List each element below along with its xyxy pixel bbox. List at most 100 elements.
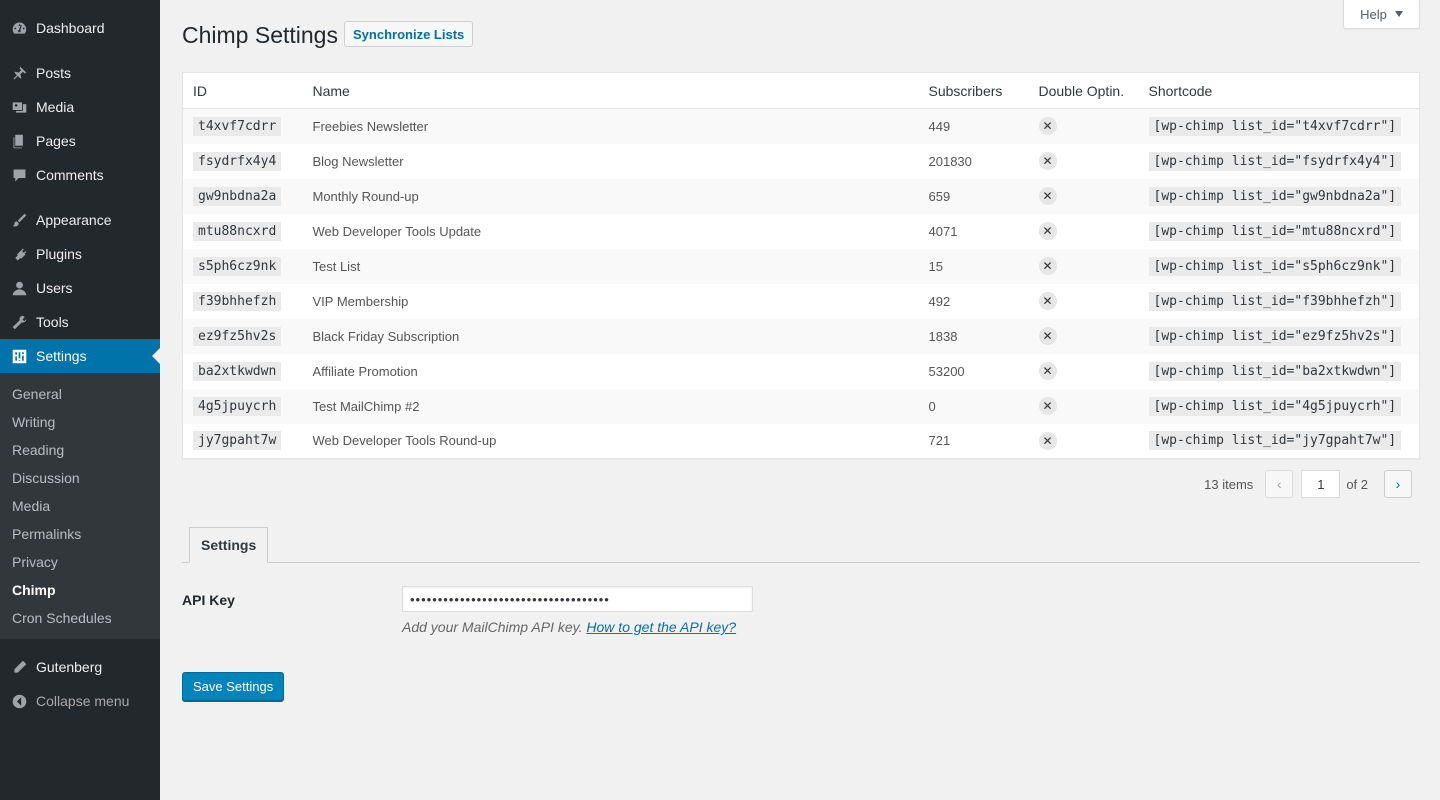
- cell-double-optin: ✕: [1029, 284, 1139, 319]
- disabled-x-icon: ✕: [1038, 431, 1057, 450]
- submenu-item-media[interactable]: Media: [0, 492, 160, 520]
- table-row: ba2xtkwdwn Affiliate Promotion 53200 ✕ [wp-c…: [183, 354, 1420, 389]
- cell-shortcode: [wp-chimp list_id="4g5jpuycrh"]: [1139, 389, 1420, 424]
- shortcode-code[interactable]: [wp-chimp list_id="mtu88ncxrd"]: [1148, 221, 1402, 241]
- column-header-subscribers: Subscribers: [928, 82, 1003, 99]
- cell-double-optin: ✕: [1029, 144, 1139, 179]
- cell-subscribers: 53200: [928, 363, 965, 379]
- submenu-item-permalinks[interactable]: Permalinks: [0, 520, 160, 548]
- table-row: gw9nbdna2a Monthly Round-up 659 ✕ [wp-chimp …: [182, 178, 1420, 214]
- cell-double-optin: ✕: [1029, 214, 1139, 249]
- cell-id: gw9nbdna2a: [183, 179, 303, 214]
- current-page-input[interactable]: [1301, 470, 1341, 498]
- next-page-button[interactable]: ›: [1384, 470, 1412, 498]
- cell-name: Affiliate Promotion: [312, 363, 418, 379]
- disabled-x-icon: ✕: [1038, 327, 1057, 345]
- menu-item-settings[interactable]: Settings: [0, 339, 160, 373]
- submenu-item-general[interactable]: General: [0, 380, 160, 408]
- api-key-input[interactable]: [402, 586, 753, 612]
- api-key-description: Add your MailChimp API key. How to get t…: [402, 619, 736, 635]
- shortcode-code[interactable]: [wp-chimp list_id="s5ph6cz9nk"]: [1148, 256, 1402, 276]
- list-id-code: jy7gpaht7w: [193, 431, 282, 451]
- submenu-item-discussion[interactable]: Discussion: [0, 464, 160, 492]
- shortcode-code[interactable]: [wp-chimp list_id="f39bhhefzh"]: [1148, 291, 1402, 311]
- submenu-item-chimp[interactable]: Chimp: [0, 576, 160, 604]
- menu-label-tools: Tools: [36, 314, 69, 330]
- shortcode-code[interactable]: [wp-chimp list_id="jy7gpaht7w"]: [1148, 431, 1402, 451]
- shortcode-code[interactable]: [wp-chimp list_id="ba2xtkwdwn"]: [1148, 361, 1402, 381]
- column-header-id: ID: [193, 82, 207, 99]
- menu-item-dashboard[interactable]: Dashboard: [0, 11, 160, 45]
- help-button[interactable]: Help: [1343, 0, 1420, 29]
- menu-item-gutenberg[interactable]: Gutenberg: [0, 650, 160, 684]
- menu-admin: Appearance Plugins Users Tools Settings: [0, 203, 160, 373]
- table-header-row: ID Name Subscribers Double Optin. Shortc…: [182, 73, 1420, 109]
- cell-name: VIP Membership: [312, 293, 409, 309]
- table-row: mtu88ncxrd Web Developer Tools Update 4071…: [183, 214, 1420, 249]
- cell-id: s5ph6cz9nk: [183, 249, 303, 284]
- cell-name: Test MailChimp #2: [312, 398, 420, 414]
- disabled-x-icon: ✕: [1038, 152, 1057, 170]
- tab-settings[interactable]: Settings: [189, 527, 269, 563]
- cell-id: 4g5jpuycrh: [183, 389, 303, 424]
- page-title: Chimp Settings: [182, 22, 338, 48]
- cell-subscribers: 492: [928, 293, 951, 309]
- menu-item-tools[interactable]: Tools: [0, 305, 160, 339]
- save-settings-button[interactable]: Save Settings: [182, 672, 285, 701]
- wrench-icon: [10, 313, 28, 331]
- submenu-item-privacy[interactable]: Privacy: [0, 548, 160, 576]
- cell-id: t4xvf7cdrr: [183, 109, 303, 144]
- cell-id: fsydrfx4y4: [183, 144, 303, 179]
- synchronize-lists-button[interactable]: Synchronize Lists: [344, 21, 474, 47]
- cell-id: mtu88ncxrd: [183, 214, 303, 249]
- cell-shortcode: [wp-chimp list_id="f39bhhefzh"]: [1139, 284, 1420, 319]
- disabled-x-icon: ✕: [1038, 362, 1057, 380]
- cell-subscribers: 659: [928, 188, 951, 204]
- menu-item-appearance[interactable]: Appearance: [0, 203, 160, 237]
- table-row: fsydrfx4y4 Blog Newsletter 201830 ✕ [wp-chim…: [183, 144, 1420, 179]
- menu-item-plugins[interactable]: Plugins: [0, 237, 160, 271]
- api-key-help-link[interactable]: How to get the API key?: [586, 619, 736, 635]
- disabled-x-icon: ✕: [1038, 117, 1057, 136]
- table-row: s5ph6cz9nk Test List 15 ✕ [wp-chimp list_id=…: [182, 248, 1420, 284]
- cell-name: Test List: [312, 258, 361, 274]
- table-row: jy7gpaht7w Web Developer Tools Round-up 72…: [183, 424, 1420, 459]
- cell-subscribers: 1838: [928, 328, 958, 344]
- cell-name: Blog Newsletter: [312, 153, 404, 169]
- submenu-item-cron-schedules[interactable]: Cron Schedules: [0, 604, 160, 632]
- admin-sidebar: Dashboard Posts Media Pages Comments App…: [0, 0, 160, 800]
- disabled-x-icon: ✕: [1038, 257, 1057, 275]
- list-id-code: gw9nbdna2a: [193, 186, 282, 206]
- menu-item-comments[interactable]: Comments: [0, 158, 160, 192]
- shortcode-code[interactable]: [wp-chimp list_id="gw9nbdna2a"]: [1148, 186, 1402, 206]
- shortcode-code[interactable]: [wp-chimp list_id="4g5jpuycrh"]: [1148, 396, 1402, 416]
- menu-label-settings: Settings: [36, 348, 87, 364]
- cell-subscribers: 0: [928, 398, 936, 414]
- column-header-double-optin: Double Optin.: [1038, 82, 1125, 99]
- cell-double-optin: ✕: [1029, 319, 1139, 354]
- cell-double-optin: ✕: [1029, 389, 1139, 424]
- menu-item-posts[interactable]: Posts: [0, 56, 160, 90]
- menu-label-comments: Comments: [36, 167, 104, 183]
- menu-item-pages[interactable]: Pages: [0, 124, 160, 158]
- settings-submenu: General Writing Reading Discussion Media…: [0, 373, 160, 639]
- menu-top: Dashboard: [0, 11, 160, 45]
- pencil-icon: [10, 658, 28, 676]
- settings-icon: [10, 347, 28, 365]
- submenu-item-reading[interactable]: Reading: [0, 436, 160, 464]
- menu-label-collapse: Collapse menu: [36, 693, 130, 709]
- shortcode-code[interactable]: [wp-chimp list_id="fsydrfx4y4"]: [1148, 151, 1402, 171]
- shortcode-code[interactable]: [wp-chimp list_id="ez9fz5hv2s"]: [1148, 326, 1402, 346]
- cell-name: Web Developer Tools Round-up: [312, 433, 497, 449]
- caret-down-icon: [1394, 11, 1403, 17]
- list-id-code: f39bhhefzh: [193, 291, 282, 311]
- submenu-item-writing[interactable]: Writing: [0, 408, 160, 436]
- collapse-menu-button[interactable]: Collapse menu: [0, 684, 160, 718]
- menu-item-media[interactable]: Media: [0, 90, 160, 124]
- shortcode-code[interactable]: [wp-chimp list_id="t4xvf7cdrr"]: [1148, 116, 1402, 136]
- cell-double-optin: ✕: [1029, 249, 1139, 284]
- menu-item-users[interactable]: Users: [0, 271, 160, 305]
- plug-icon: [10, 245, 28, 263]
- cell-double-optin: ✕: [1029, 424, 1139, 459]
- prev-page-button[interactable]: ‹: [1265, 470, 1294, 498]
